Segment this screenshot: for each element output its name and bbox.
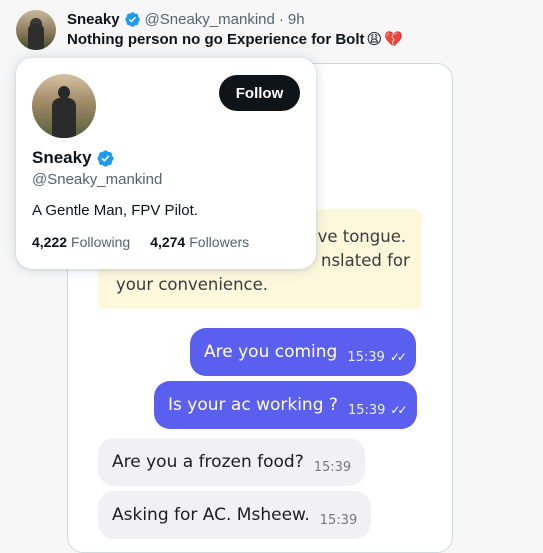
- author-avatar[interactable]: [16, 10, 56, 50]
- followers-count: 4,274: [150, 234, 186, 250]
- tweet-header: Sneaky @Sneaky_mankind · 9h: [67, 10, 305, 28]
- tweet-text-content: Nothing person no go Experience for Bolt: [67, 31, 365, 48]
- notice-line-3: your convenience.: [116, 275, 269, 294]
- hovercard-handle[interactable]: @Sneaky_mankind: [32, 171, 162, 188]
- message-time: 15:39: [313, 459, 352, 475]
- followers-label: Followers: [189, 234, 250, 250]
- chat-message-outgoing: Are you coming 15:39 ✓✓: [190, 328, 416, 376]
- tweet: Sneaky @Sneaky_mankind · 9h Nothing pers…: [0, 0, 543, 553]
- weary-face-emoji: 😩: [366, 31, 383, 48]
- tweet-text: Nothing person no go Experience for Bolt…: [67, 31, 403, 48]
- hovercard-avatar[interactable]: [32, 74, 96, 138]
- double-check-icon: ✓✓: [390, 403, 407, 417]
- following-label: Following: [71, 234, 131, 250]
- tweet-timestamp[interactable]: 9h: [288, 11, 305, 28]
- chat-message-incoming: Are you a frozen food? 15:39: [98, 438, 366, 486]
- chat-message-incoming: Asking for AC. Msheew. 15:39: [98, 491, 372, 539]
- message-text: Are you a frozen food?: [112, 452, 304, 472]
- message-text: Is your ac working ?: [168, 395, 338, 415]
- author-handle[interactable]: @Sneaky_mankind: [145, 11, 275, 28]
- chat-message-outgoing: Is your ac working ? 15:39 ✓✓: [154, 381, 417, 429]
- message-time: 15:39: [347, 349, 385, 365]
- follow-button[interactable]: Follow: [219, 75, 300, 111]
- notice-line-2: nslated for: [321, 251, 410, 270]
- following-link[interactable]: 4,222 Following: [32, 234, 130, 250]
- separator-dot: ·: [278, 10, 284, 28]
- verified-badge-icon: [124, 11, 140, 27]
- message-text: Are you coming: [204, 342, 338, 362]
- message-time: 15:39: [347, 402, 386, 418]
- hovercard-stats: 4,222 Following 4,274 Followers: [32, 234, 269, 250]
- notice-line-1: ive tongue.: [313, 227, 407, 246]
- double-check-icon: ✓✓: [389, 350, 407, 364]
- hovercard-display-name[interactable]: Sneaky: [32, 148, 92, 168]
- message-text: Asking for AC. Msheew.: [112, 505, 310, 525]
- verified-badge-icon: [96, 149, 114, 167]
- author-display-name[interactable]: Sneaky: [67, 11, 120, 28]
- followers-link[interactable]: 4,274 Followers: [150, 234, 249, 250]
- following-count: 4,222: [32, 234, 68, 250]
- profile-hovercard: Follow Sneaky @Sneaky_mankind A Gentle M…: [16, 58, 316, 269]
- hovercard-bio: A Gentle Man, FPV Pilot.: [32, 202, 198, 219]
- broken-heart-emoji: 💔: [384, 31, 403, 48]
- message-time: 15:39: [319, 512, 358, 528]
- hovercard-name-row: Sneaky: [32, 148, 119, 168]
